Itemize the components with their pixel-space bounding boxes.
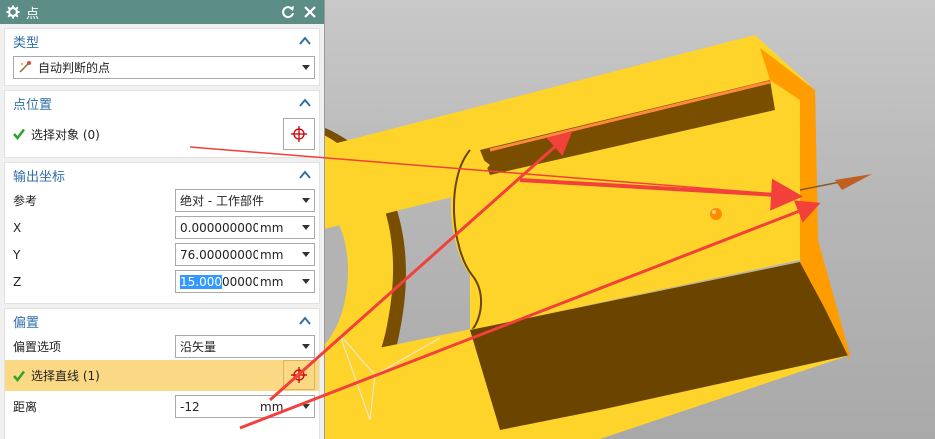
check-icon: [13, 370, 25, 382]
x-value: 0.00000000000: [180, 220, 258, 235]
select-line-label: 选择直线 (1): [31, 369, 100, 383]
offset-header[interactable]: 偏置: [5, 309, 319, 333]
chevron-down-icon[interactable]: [302, 404, 310, 409]
offset-title: 偏置: [13, 315, 40, 331]
output-coords-header[interactable]: 输出坐标: [5, 163, 319, 187]
chevron-down-icon: [302, 344, 310, 349]
collapse-icon: [299, 98, 311, 107]
point-location-header[interactable]: 点位置: [5, 91, 319, 115]
select-object-label: 选择对象 (0): [31, 127, 100, 142]
part-end-face: [800, 90, 818, 258]
offset-option-label: 偏置选项: [13, 340, 62, 354]
z-value: 15.0000000000: [176, 274, 258, 289]
close-button[interactable]: [302, 4, 318, 20]
offset-option-select[interactable]: 沿矢量: [175, 335, 315, 358]
x-label: X: [13, 220, 22, 235]
z-value-rest: 0000000: [222, 274, 258, 289]
distance-value: -12: [180, 399, 200, 414]
select-object-row[interactable]: 选择对象 (0): [5, 115, 319, 153]
point-location-title: 点位置: [13, 97, 53, 113]
point-pick-icon: [291, 126, 307, 142]
y-unit: mm: [260, 247, 284, 262]
reset-button[interactable]: [280, 4, 296, 20]
type-group: 类型 自动判断的点: [4, 28, 320, 86]
reference-label: 参考: [13, 194, 38, 208]
type-group-title: 类型: [13, 35, 40, 51]
output-coords-title: 输出坐标: [13, 169, 66, 185]
z-label: Z: [13, 274, 22, 289]
offset-group: 偏置 偏置选项 沿矢量 选择直线 (1) 距离 -12 mm: [4, 308, 320, 439]
output-coords-group: 输出坐标 参考 绝对 - 工作部件 X 0.00000000000 mm Y 7…: [4, 162, 320, 304]
distance-label: 距离: [13, 400, 38, 414]
reference-value: 绝对 - 工作部件: [180, 194, 264, 208]
collapse-icon: [299, 36, 311, 45]
chevron-down-icon: [302, 198, 310, 203]
gear-icon[interactable]: [6, 5, 20, 19]
check-icon: [13, 128, 25, 140]
distance-field[interactable]: -12 mm: [175, 395, 315, 418]
point-type-value: 自动判断的点: [38, 60, 111, 75]
point-pick-icon: [291, 367, 307, 383]
collapse-icon: [299, 316, 311, 325]
x-field[interactable]: 0.00000000000 mm: [175, 216, 315, 239]
point-marker: [710, 208, 722, 220]
close-icon: [304, 6, 316, 18]
x-unit: mm: [260, 220, 284, 235]
vector-arrowhead: [835, 174, 872, 190]
point-type-select[interactable]: 自动判断的点: [13, 55, 315, 79]
select-line-row[interactable]: 选择直线 (1): [5, 360, 319, 391]
z-value-selected: 15.000: [180, 274, 222, 289]
z-unit: mm: [260, 274, 284, 289]
y-value: 76.0000000000: [180, 247, 258, 262]
chevron-down-icon[interactable]: [302, 252, 310, 257]
offset-option-value: 沿矢量: [180, 340, 217, 354]
chevron-down-icon[interactable]: [302, 279, 310, 284]
chevron-down-icon[interactable]: [302, 225, 310, 230]
point-location-group: 点位置 选择对象 (0): [4, 90, 320, 158]
z-field[interactable]: 15.0000000000 mm: [175, 270, 315, 293]
y-field[interactable]: 76.0000000000 mm: [175, 243, 315, 266]
line-pick-button[interactable]: [283, 360, 315, 390]
dialog-titlebar[interactable]: 点: [0, 0, 324, 24]
point-pick-button[interactable]: [283, 118, 315, 150]
reference-select[interactable]: 绝对 - 工作部件: [175, 189, 315, 212]
dialog-title: 点: [26, 6, 40, 22]
distance-unit: mm: [260, 399, 284, 414]
wand-icon: [19, 61, 31, 73]
point-dialog: 点 类型 自动判断的点 点位置 选择对象 (0) 输出坐标 参考 绝对 - 工作…: [0, 0, 325, 439]
y-label: Y: [13, 247, 21, 262]
reset-icon: [282, 6, 294, 19]
type-group-header[interactable]: 类型: [5, 29, 319, 53]
chevron-down-icon: [302, 64, 310, 70]
collapse-icon: [299, 170, 311, 179]
